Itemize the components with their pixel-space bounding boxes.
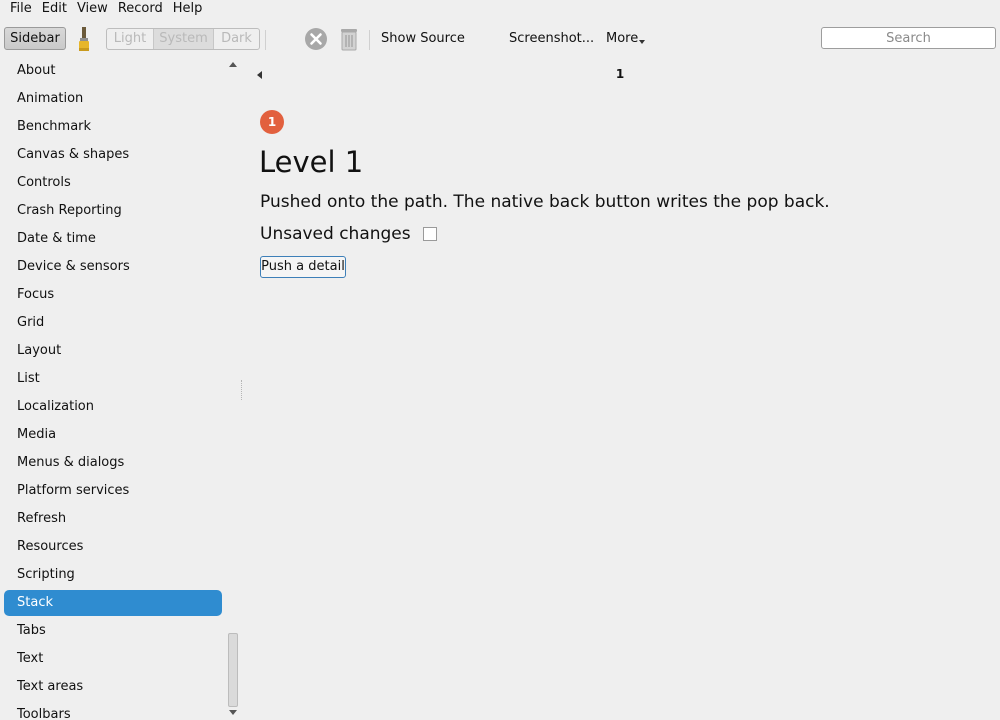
unsaved-changes-checkbox[interactable] [423,227,437,241]
show-source-button[interactable]: Show Source [381,31,465,47]
appearance-dark-button[interactable]: Dark [214,29,259,49]
stop-icon[interactable] [304,27,328,51]
appearance-light-button[interactable]: Light [107,29,154,49]
more-menu-button[interactable]: More [606,31,646,47]
sidebar-item-canvas-shapes[interactable]: Canvas & shapes [4,142,222,168]
push-detail-button[interactable]: Push a detail [260,256,346,278]
level-badge: 1 [260,110,284,134]
menu-view[interactable]: View [72,1,113,17]
sidebar-item-tabs[interactable]: Tabs [4,618,222,644]
scrollbar-thumb[interactable] [228,633,238,707]
sidebar-item-layout[interactable]: Layout [4,338,222,364]
sidebar-item-text-areas[interactable]: Text areas [4,674,222,700]
sidebar-item-text[interactable]: Text [4,646,222,672]
path-count-label: 1 [615,67,625,81]
scroll-down-arrow-icon[interactable] [229,709,237,715]
sidebar-scrollbar[interactable] [226,57,240,720]
sidebar: About Animation Benchmark Canvas & shapes Co… [0,57,226,720]
toolbar-divider [369,30,370,50]
screenshot-button[interactable]: Screenshot... [509,31,594,47]
more-label: More [606,31,639,46]
menu-help[interactable]: Help [168,1,208,17]
unsaved-changes-label: Unsaved changes [260,224,411,244]
sidebar-item-crash-reporting[interactable]: Crash Reporting [4,198,222,224]
sidebar-item-media[interactable]: Media [4,422,222,448]
sidebar-item-animation[interactable]: Animation [4,86,222,112]
toolbar: Sidebar Light System Dark Show Source Sc… [0,22,1000,56]
sidebar-item-stack[interactable]: Stack [4,590,222,616]
sidebar-item-about[interactable]: About [4,58,222,84]
sidebar-item-date-time[interactable]: Date & time [4,226,222,252]
level-description: Pushed onto the path. The native back bu… [260,192,830,212]
sidebar-item-refresh[interactable]: Refresh [4,506,222,532]
sidebar-item-toolbars[interactable]: Toolbars [4,702,222,720]
sidebar-item-resources[interactable]: Resources [4,534,222,560]
menu-record[interactable]: Record [113,1,168,17]
sidebar-item-benchmark[interactable]: Benchmark [4,114,222,140]
search-input[interactable] [821,27,996,49]
sidebar-item-controls[interactable]: Controls [4,170,222,196]
sidebar-item-localization[interactable]: Localization [4,394,222,420]
split-view-handle[interactable] [241,380,243,400]
trash-icon[interactable] [338,26,360,52]
back-arrow-icon[interactable] [257,71,263,79]
sidebar-item-list[interactable]: List [4,366,222,392]
sidebar-item-menus-dialogs[interactable]: Menus & dialogs [4,450,222,476]
sidebar-item-grid[interactable]: Grid [4,310,222,336]
chevron-down-icon [639,40,646,44]
sidebar-item-focus[interactable]: Focus [4,282,222,308]
menu-edit[interactable]: Edit [37,1,72,17]
toolbar-divider [265,30,266,50]
sidebar-toggle-button[interactable]: Sidebar [4,27,66,50]
appearance-system-button[interactable]: System [154,29,214,49]
sidebar-item-platform-services[interactable]: Platform services [4,478,222,504]
paintbrush-icon[interactable] [74,25,94,53]
menu-bar: File Edit View Record Help [0,0,1000,18]
appearance-segmented-control: Light System Dark [106,28,260,50]
sidebar-item-scripting[interactable]: Scripting [4,562,222,588]
menu-file[interactable]: File [0,1,37,17]
page-title: Level 1 [259,145,364,179]
scroll-up-arrow-icon[interactable] [229,62,237,68]
sidebar-item-device-sensors[interactable]: Device & sensors [4,254,222,280]
